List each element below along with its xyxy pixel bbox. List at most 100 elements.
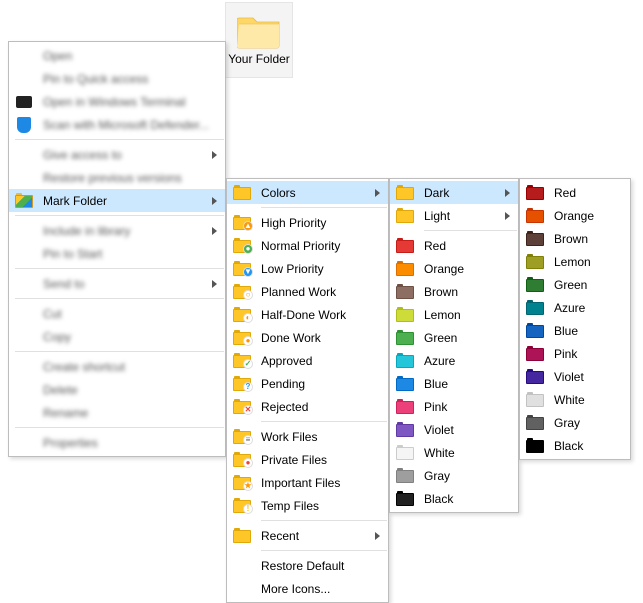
dark-black[interactable]: Black [520, 434, 630, 457]
color-lemon[interactable]: Lemon [390, 303, 518, 326]
color-black[interactable]: Black [390, 487, 518, 510]
submenu-colors: Dark Light Red Orange Brown Lemon Green … [389, 178, 519, 513]
menu-item-label: Azure [554, 301, 622, 315]
submenu-arrow-icon [375, 532, 380, 540]
menu-item-label: Half-Done Work [261, 308, 380, 322]
mark-done-work[interactable]: ●Done Work [227, 326, 388, 349]
menu-item-label: Pending [261, 377, 380, 391]
folder-icon [15, 328, 33, 346]
menu-item-label: Lemon [424, 308, 510, 322]
dark-gray[interactable]: Gray [520, 411, 630, 434]
dark-white[interactable]: White [520, 388, 630, 411]
dark-green[interactable]: Green [520, 273, 630, 296]
folder-icon [15, 47, 33, 65]
folder-icon: ≡ [233, 428, 251, 446]
mark-pending[interactable]: ?Pending [227, 372, 388, 395]
menu-separator [261, 520, 387, 521]
ctx-copy[interactable]: Copy [9, 325, 225, 348]
menu-item-label: Violet [554, 370, 622, 384]
folder-icon [526, 276, 544, 294]
menu-separator [15, 268, 224, 269]
folder-icon [15, 169, 33, 187]
dark-red[interactable]: Red [520, 181, 630, 204]
menu-item-label: Gray [554, 416, 622, 430]
menu-separator [15, 427, 224, 428]
mark-approved[interactable]: ✓Approved [227, 349, 388, 372]
color-light[interactable]: Light [390, 204, 518, 227]
folder-icon [15, 305, 33, 323]
folder-icon [15, 245, 33, 263]
context-menu-main: OpenPin to Quick accessOpen in Windows T… [8, 41, 226, 457]
dark-violet[interactable]: Violet [520, 365, 630, 388]
mark-colors[interactable]: Colors [227, 181, 388, 204]
mark-restore-default[interactable]: Restore Default [227, 554, 388, 577]
color-pink[interactable]: Pink [390, 395, 518, 418]
dark-pink[interactable]: Pink [520, 342, 630, 365]
dark-orange[interactable]: Orange [520, 204, 630, 227]
color-green[interactable]: Green [390, 326, 518, 349]
color-violet[interactable]: Violet [390, 418, 518, 441]
ctx-cut[interactable]: Cut [9, 302, 225, 325]
menu-item-label: High Priority [261, 216, 380, 230]
mark-high-priority[interactable]: ▲High Priority [227, 211, 388, 234]
menu-item-label: Rejected [261, 400, 380, 414]
menu-item-label: Recent [261, 529, 363, 543]
color-white[interactable]: White [390, 441, 518, 464]
menu-separator [15, 351, 224, 352]
ctx-scan-with-microsoft-defender[interactable]: Scan with Microsoft Defender... [9, 113, 225, 136]
mark-planned-work[interactable]: ○ Planned Work [227, 280, 388, 303]
folder-icon [396, 444, 414, 462]
menu-item-label: Include in library [43, 224, 200, 238]
ctx-rename[interactable]: Rename [9, 401, 225, 424]
color-orange[interactable]: Orange [390, 257, 518, 280]
color-dark[interactable]: Dark [390, 181, 518, 204]
mark-normal-priority[interactable]: ●Normal Priority [227, 234, 388, 257]
menu-item-label: Properties [43, 436, 217, 450]
ctx-pin-to-start[interactable]: Pin to Start [9, 242, 225, 265]
ctx-send-to[interactable]: Send to [9, 272, 225, 295]
mark-more-icons[interactable]: More Icons... [227, 577, 388, 600]
mark-low-priority[interactable]: ▼Low Priority [227, 257, 388, 280]
ctx-pin-to-quick-access[interactable]: Pin to Quick access [9, 67, 225, 90]
ctx-open-in-windows-terminal[interactable]: Open in Windows Terminal [9, 90, 225, 113]
menu-item-label: Planned Work [261, 285, 380, 299]
color-azure[interactable]: Azure [390, 349, 518, 372]
menu-item-label: Pink [554, 347, 622, 361]
dark-lemon[interactable]: Lemon [520, 250, 630, 273]
color-gray[interactable]: Gray [390, 464, 518, 487]
menu-separator [261, 421, 387, 422]
ctx-include-in-library[interactable]: Include in library [9, 219, 225, 242]
dark-brown[interactable]: Brown [520, 227, 630, 250]
mark-work-files[interactable]: ≡Work Files [227, 425, 388, 448]
terminal-icon [15, 93, 33, 111]
color-blue[interactable]: Blue [390, 372, 518, 395]
color-brown[interactable]: Brown [390, 280, 518, 303]
mark-half-done-work[interactable]: ◐Half-Done Work [227, 303, 388, 326]
dark-blue[interactable]: Blue [520, 319, 630, 342]
dark-azure[interactable]: Azure [520, 296, 630, 319]
mark-important-files[interactable]: ★Important Files [227, 471, 388, 494]
menu-item-label: Pin to Start [43, 247, 217, 261]
ctx-restore-previous-versions[interactable]: Restore previous versions [9, 166, 225, 189]
menu-separator [15, 139, 224, 140]
ctx-give-access-to[interactable]: Give access to [9, 143, 225, 166]
ctx-properties[interactable]: Properties [9, 431, 225, 454]
menu-item-label: Lemon [554, 255, 622, 269]
mark-temp-files[interactable]: !Temp Files [227, 494, 388, 517]
menu-item-label: Pink [424, 400, 510, 414]
desktop-folder[interactable]: Your Folder [225, 2, 293, 78]
folder-icon: ○ [233, 283, 251, 301]
submenu-arrow-icon [212, 280, 217, 288]
mark-rejected[interactable]: ✕Rejected [227, 395, 388, 418]
folder-icon [396, 283, 414, 301]
ctx-mark-folder[interactable]: Mark Folder [9, 189, 225, 212]
color-red[interactable]: Red [390, 234, 518, 257]
menu-item-label: Colors [261, 186, 363, 200]
submenu-arrow-icon [212, 151, 217, 159]
ctx-delete[interactable]: Delete [9, 378, 225, 401]
mark-recent[interactable]: Recent [227, 524, 388, 547]
ctx-create-shortcut[interactable]: Create shortcut [9, 355, 225, 378]
ctx-open[interactable]: Open [9, 44, 225, 67]
mark-private-files[interactable]: ●Private Files [227, 448, 388, 471]
folder-icon [526, 184, 544, 202]
